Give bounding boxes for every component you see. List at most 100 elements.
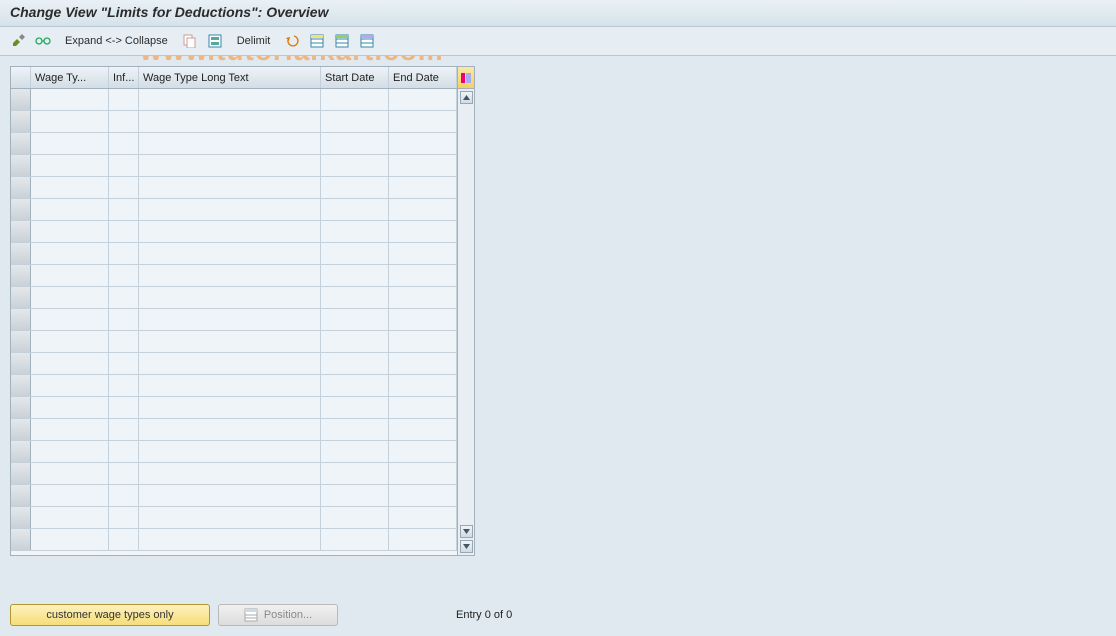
table-row[interactable] <box>11 265 457 287</box>
table-row[interactable] <box>11 375 457 397</box>
table-row[interactable] <box>11 111 457 133</box>
cell-wage-type[interactable] <box>31 287 109 308</box>
cell-inf[interactable] <box>109 397 139 418</box>
row-selector[interactable] <box>11 419 31 440</box>
cell-long-text[interactable] <box>139 177 321 198</box>
cell-inf[interactable] <box>109 529 139 550</box>
cell-start-date[interactable] <box>321 353 389 374</box>
cell-inf[interactable] <box>109 287 139 308</box>
table-row[interactable] <box>11 529 457 551</box>
cell-inf[interactable] <box>109 221 139 242</box>
cell-inf[interactable] <box>109 309 139 330</box>
row-selector[interactable] <box>11 529 31 550</box>
cell-end-date[interactable] <box>389 309 457 330</box>
cell-long-text[interactable] <box>139 529 321 550</box>
row-selector[interactable] <box>11 485 31 506</box>
expand-collapse-button[interactable]: Expand <-> Collapse <box>58 31 175 51</box>
cell-end-date[interactable] <box>389 155 457 176</box>
cell-start-date[interactable] <box>321 155 389 176</box>
cell-inf[interactable] <box>109 463 139 484</box>
cell-start-date[interactable] <box>321 177 389 198</box>
cell-inf[interactable] <box>109 507 139 528</box>
row-selector[interactable] <box>11 353 31 374</box>
row-selector[interactable] <box>11 243 31 264</box>
row-selector[interactable] <box>11 287 31 308</box>
cell-long-text[interactable] <box>139 221 321 242</box>
cell-start-date[interactable] <box>321 221 389 242</box>
table-row[interactable] <box>11 133 457 155</box>
cell-long-text[interactable] <box>139 155 321 176</box>
cell-start-date[interactable] <box>321 529 389 550</box>
cell-end-date[interactable] <box>389 111 457 132</box>
cell-long-text[interactable] <box>139 199 321 220</box>
glasses-button[interactable] <box>33 31 53 51</box>
cell-end-date[interactable] <box>389 199 457 220</box>
cell-wage-type[interactable] <box>31 243 109 264</box>
scroll-up-button[interactable] <box>460 91 473 104</box>
cell-inf[interactable] <box>109 243 139 264</box>
row-selector[interactable] <box>11 221 31 242</box>
delimit-button[interactable]: Delimit <box>230 31 278 51</box>
grid-header-wage-type[interactable]: Wage Ty... <box>31 67 109 88</box>
customer-wage-types-button[interactable]: customer wage types only <box>10 604 210 626</box>
cell-wage-type[interactable] <box>31 265 109 286</box>
select-all-button[interactable] <box>205 31 225 51</box>
cell-inf[interactable] <box>109 353 139 374</box>
vertical-scrollbar[interactable] <box>458 89 474 555</box>
table-row[interactable] <box>11 507 457 529</box>
cell-start-date[interactable] <box>321 89 389 110</box>
cell-wage-type[interactable] <box>31 485 109 506</box>
cell-start-date[interactable] <box>321 309 389 330</box>
cell-wage-type[interactable] <box>31 331 109 352</box>
table-row[interactable] <box>11 177 457 199</box>
other-view-button[interactable] <box>8 31 28 51</box>
cell-end-date[interactable] <box>389 529 457 550</box>
cell-long-text[interactable] <box>139 89 321 110</box>
cell-inf[interactable] <box>109 265 139 286</box>
grid-header-inf[interactable]: Inf... <box>109 67 139 88</box>
cell-end-date[interactable] <box>389 441 457 462</box>
row-selector[interactable] <box>11 331 31 352</box>
cell-wage-type[interactable] <box>31 463 109 484</box>
cell-inf[interactable] <box>109 199 139 220</box>
table-row[interactable] <box>11 89 457 111</box>
table-row[interactable] <box>11 287 457 309</box>
cell-wage-type[interactable] <box>31 353 109 374</box>
table-row[interactable] <box>11 331 457 353</box>
row-selector[interactable] <box>11 155 31 176</box>
table-row[interactable] <box>11 155 457 177</box>
cell-start-date[interactable] <box>321 375 389 396</box>
cell-end-date[interactable] <box>389 89 457 110</box>
table-row[interactable] <box>11 441 457 463</box>
cell-wage-type[interactable] <box>31 309 109 330</box>
cell-long-text[interactable] <box>139 111 321 132</box>
cell-inf[interactable] <box>109 111 139 132</box>
row-selector[interactable] <box>11 309 31 330</box>
cell-end-date[interactable] <box>389 243 457 264</box>
row-selector[interactable] <box>11 177 31 198</box>
cell-start-date[interactable] <box>321 507 389 528</box>
cell-start-date[interactable] <box>321 287 389 308</box>
scroll-down-button-2[interactable] <box>460 540 473 553</box>
cell-end-date[interactable] <box>389 221 457 242</box>
cell-wage-type[interactable] <box>31 375 109 396</box>
cell-end-date[interactable] <box>389 353 457 374</box>
table-row[interactable] <box>11 463 457 485</box>
cell-end-date[interactable] <box>389 463 457 484</box>
cell-long-text[interactable] <box>139 397 321 418</box>
cell-start-date[interactable] <box>321 419 389 440</box>
grid-header-start-date[interactable]: Start Date <box>321 67 389 88</box>
cell-wage-type[interactable] <box>31 133 109 154</box>
cell-start-date[interactable] <box>321 441 389 462</box>
cell-long-text[interactable] <box>139 507 321 528</box>
table-row[interactable] <box>11 419 457 441</box>
cell-end-date[interactable] <box>389 133 457 154</box>
row-selector[interactable] <box>11 375 31 396</box>
cell-end-date[interactable] <box>389 265 457 286</box>
cell-inf[interactable] <box>109 89 139 110</box>
row-selector[interactable] <box>11 133 31 154</box>
table-row[interactable] <box>11 485 457 507</box>
cell-long-text[interactable] <box>139 419 321 440</box>
cell-long-text[interactable] <box>139 287 321 308</box>
row-selector[interactable] <box>11 397 31 418</box>
